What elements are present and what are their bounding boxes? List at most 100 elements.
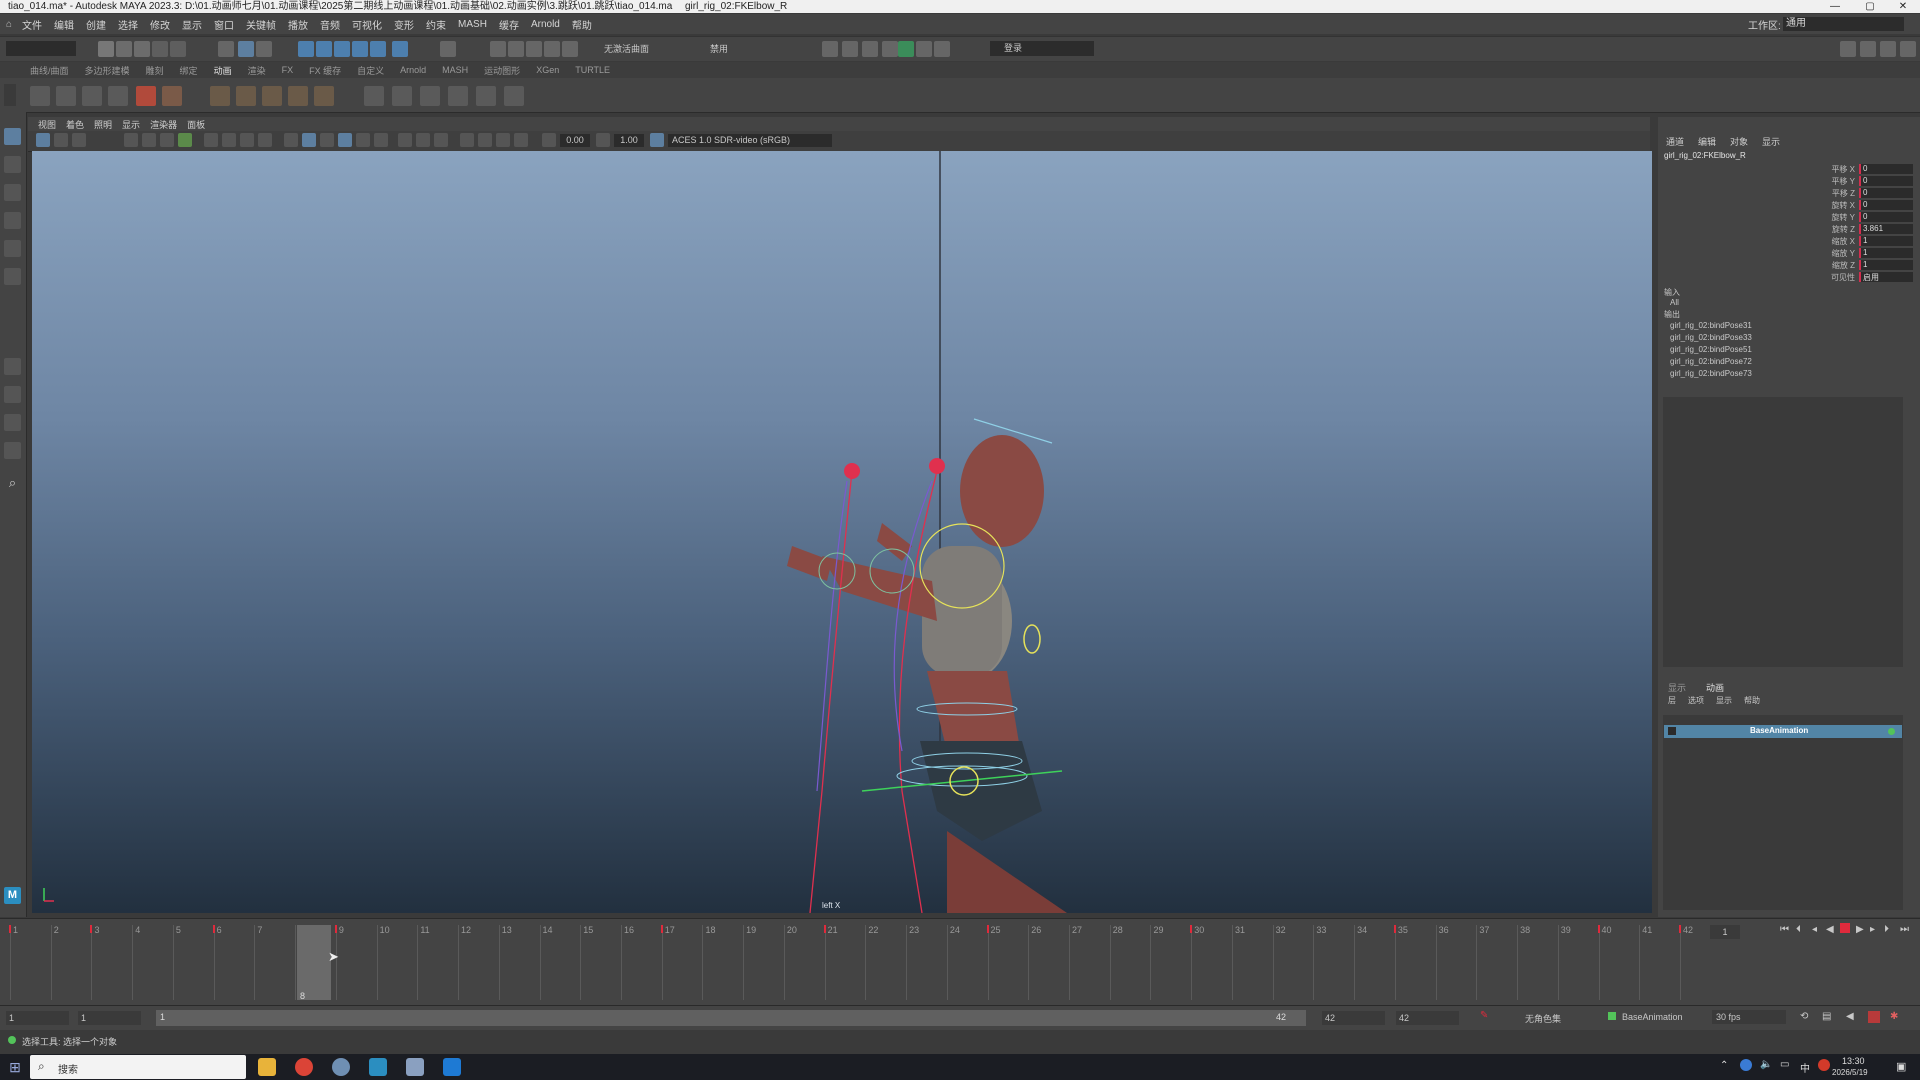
construction-history-icon[interactable] — [440, 41, 456, 57]
maya-taskbar-icon[interactable] — [369, 1058, 387, 1076]
attr-translate-z[interactable]: 平移 Z0 — [1813, 188, 1913, 199]
shelf-tab-fx-cache[interactable]: FX 缓存 — [309, 64, 341, 77]
live-surface-field[interactable]: 无激活曲面 — [604, 42, 684, 56]
chrome-icon[interactable] — [295, 1058, 313, 1076]
menu-edit[interactable]: 编辑 — [54, 17, 74, 32]
scale-tool-icon[interactable] — [4, 268, 21, 285]
menu-create[interactable]: 创建 — [86, 17, 106, 32]
auto-key-icon[interactable]: ✎ — [1480, 1010, 1488, 1021]
shelf-tab-xgen[interactable]: XGen — [536, 65, 559, 75]
viewport-scene[interactable] — [32, 151, 1652, 913]
play-forward-icon[interactable]: ▶ — [1856, 924, 1864, 935]
fps-dropdown[interactable]: 30 fps — [1712, 1010, 1786, 1024]
close-icon[interactable]: ✕ — [1888, 0, 1918, 13]
cb-tab-edit[interactable]: 编辑 — [1698, 135, 1716, 148]
notepad-icon[interactable] — [406, 1058, 424, 1076]
gamma-icon[interactable] — [596, 133, 610, 147]
paint-select-icon[interactable] — [4, 184, 21, 201]
anim-layer-name[interactable]: BaseAnimation — [1750, 726, 1808, 735]
menuset-dropdown[interactable] — [6, 41, 76, 56]
attr-rotate-y[interactable]: 旋转 Y0 — [1813, 212, 1913, 223]
snap-point-icon[interactable] — [334, 41, 350, 57]
keyframe-marker[interactable] — [1393, 925, 1396, 933]
shelf-tab-mash[interactable]: MASH — [442, 65, 468, 75]
four-view-icon[interactable] — [4, 386, 21, 403]
snap-live-icon[interactable] — [392, 41, 408, 57]
vp-menu-shading[interactable]: 着色 — [66, 118, 84, 131]
taskbar-search-box[interactable]: ⌕ 搜索 — [30, 1055, 246, 1079]
vp-menu-show[interactable]: 显示 — [122, 118, 140, 131]
shelf-tab-render[interactable]: 渲染 — [248, 64, 266, 77]
character-set-dropdown[interactable]: 无角色集 — [1525, 1012, 1561, 1025]
bind-skin-icon[interactable] — [314, 86, 334, 106]
output-node[interactable]: girl_rig_02:bindPose31 — [1670, 321, 1752, 330]
playblast-icon[interactable] — [136, 86, 156, 106]
layer-active-icon[interactable] — [1888, 728, 1895, 735]
pause-render-icon[interactable] — [934, 41, 950, 57]
render-settings-icon[interactable] — [526, 41, 542, 57]
orient-constraint-icon[interactable] — [420, 86, 440, 106]
safe-action-icon[interactable] — [240, 133, 254, 147]
anim-layer-row[interactable]: BaseAnimation — [1664, 725, 1902, 738]
output-node[interactable]: girl_rig_02:bindPose72 — [1670, 357, 1752, 366]
keyframe-marker[interactable] — [90, 925, 93, 933]
sequencer-icon[interactable] — [162, 86, 182, 106]
snap-grid-icon[interactable] — [298, 41, 314, 57]
start-time-field[interactable]: 1 — [6, 1011, 69, 1025]
single-view-icon[interactable] — [4, 358, 21, 375]
motion-blur-icon[interactable] — [416, 133, 430, 147]
arnold-render-icon[interactable] — [898, 41, 914, 57]
keyframe-marker[interactable] — [212, 925, 215, 933]
bookmark-icon[interactable] — [72, 133, 86, 147]
keyframe-marker[interactable] — [823, 925, 826, 933]
attr-scale-x[interactable]: 缩放 X1 — [1813, 236, 1913, 247]
new-scene-icon[interactable] — [98, 41, 114, 57]
attr-scale-z[interactable]: 缩放 Z1 — [1813, 260, 1913, 271]
grid-icon[interactable] — [142, 133, 156, 147]
color-management-icon[interactable] — [650, 133, 664, 147]
output-node[interactable]: girl_rig_02:bindPose51 — [1670, 345, 1752, 354]
menu-arnold[interactable]: Arnold — [531, 19, 560, 30]
tray-chevron-icon[interactable]: ⌃ — [1720, 1060, 1728, 1071]
layer-tab-anim[interactable]: 动画 — [1706, 681, 1724, 694]
file-explorer-icon[interactable] — [258, 1058, 276, 1076]
scale-constraint-icon[interactable] — [448, 86, 468, 106]
loop-icon[interactable]: ⟲ — [1800, 1011, 1808, 1022]
xray-icon[interactable] — [478, 133, 492, 147]
keyframe-marker[interactable] — [986, 925, 989, 933]
current-frame-field[interactable]: 1 — [1710, 925, 1740, 939]
film-gate-icon[interactable] — [160, 133, 174, 147]
backface-icon[interactable] — [514, 133, 528, 147]
output-node[interactable]: girl_rig_02:bindPose33 — [1670, 333, 1752, 342]
render-view-window-icon[interactable] — [916, 41, 932, 57]
vp-menu-view[interactable]: 视图 — [38, 118, 56, 131]
playback-end-field[interactable]: 42 — [1322, 1011, 1385, 1025]
render-sequence-icon[interactable] — [882, 41, 898, 57]
image-plane-icon[interactable] — [124, 133, 138, 147]
tray-app-icon[interactable] — [1740, 1059, 1752, 1071]
resolution-gate-icon[interactable] — [178, 133, 192, 147]
3d-viewport[interactable]: left X — [32, 151, 1652, 913]
shelf-tab-rigging[interactable]: 绑定 — [180, 64, 198, 77]
layer-menu-help[interactable]: 帮助 — [1744, 695, 1760, 706]
parent-constraint-icon[interactable] — [364, 86, 384, 106]
app-icon[interactable] — [443, 1058, 461, 1076]
menu-deform[interactable]: 变形 — [394, 17, 414, 32]
menu-select[interactable]: 选择 — [118, 17, 138, 32]
prefs-icon[interactable]: ✱ — [1890, 1011, 1898, 1022]
render-frame-icon[interactable] — [490, 41, 506, 57]
end-time-field[interactable]: 42 — [1396, 1011, 1459, 1025]
modeling-toolkit-icon[interactable] — [1840, 41, 1856, 57]
select-tool-icon[interactable] — [4, 128, 21, 145]
attribute-editor-toggle-icon[interactable] — [1860, 41, 1876, 57]
anti-aliasing-icon[interactable] — [434, 133, 448, 147]
side-by-side-icon[interactable] — [4, 414, 21, 431]
menu-display[interactable]: 显示 — [182, 17, 202, 32]
playback-start-field[interactable]: 1 — [78, 1011, 141, 1025]
notification-icon[interactable]: ▣ — [1896, 1060, 1906, 1073]
range-slider[interactable]: 1 42 — [156, 1010, 1306, 1026]
set-key-icon[interactable] — [30, 86, 50, 106]
ik-spline-icon[interactable] — [262, 86, 282, 106]
view-transform-dropdown[interactable]: ACES 1.0 SDR-video (sRGB) — [668, 134, 832, 147]
menu-constrain[interactable]: 约束 — [426, 17, 446, 32]
